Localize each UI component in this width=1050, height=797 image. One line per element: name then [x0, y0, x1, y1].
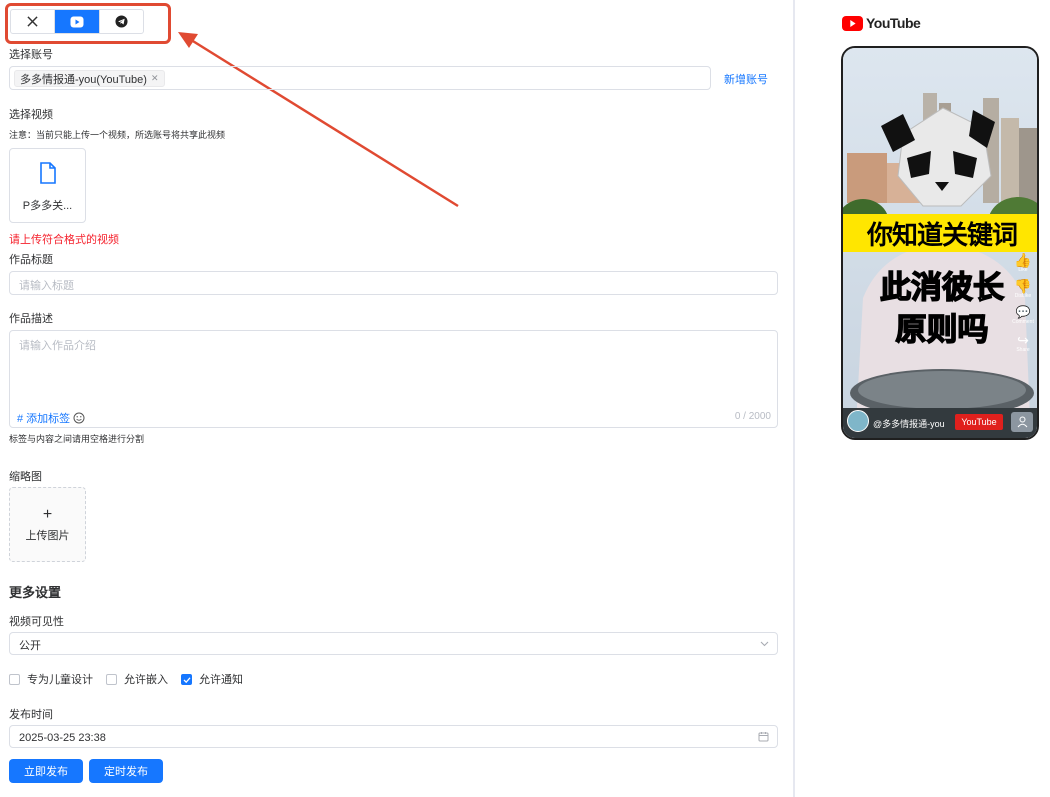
notify-checkbox-label: 允许通知 [199, 674, 243, 686]
publish-time-label: 发布时间 [9, 709, 53, 721]
more-settings-heading: 更多设置 [9, 585, 62, 600]
video-file-name: P多多关... [22, 200, 73, 212]
channel-avatar[interactable] [847, 410, 869, 432]
caption-line-2: 此消彼长 [879, 269, 1005, 306]
video-error-text: 请上传符合格式的视频 [9, 234, 119, 246]
platform-tab-youtube[interactable] [55, 10, 100, 33]
platform-tab-x[interactable] [11, 10, 56, 33]
user-icon [1017, 416, 1027, 428]
option-checkboxes: 专为儿童设计 允许嵌入 允许通知 [9, 671, 243, 687]
dislike-icon[interactable]: 👎 [1011, 279, 1035, 293]
youtube-logo-icon [842, 15, 863, 31]
platform-tab-telegram[interactable] [100, 10, 143, 33]
video-preview-phone[interactable]: 你知道关键词 此消彼长 原则吗 👍 Like 👎 DisLike 💬 Comme… [841, 46, 1039, 440]
publish-now-button[interactable]: 立即发布 [9, 759, 83, 783]
check-icon [183, 676, 191, 683]
preview-actions: 👍 Like 👎 DisLike 💬 Comment ↪ Share [1011, 253, 1035, 353]
upload-text: 上传图片 [25, 530, 70, 542]
caption-line-1: 你知道关键词 [866, 219, 1018, 250]
video-note: 注意：当前只能上传一个视频，所选账号将共享此视频 [9, 130, 226, 140]
visibility-value: 公开 [19, 640, 41, 652]
add-account-link[interactable]: 新增账号 [724, 71, 768, 87]
publish-form: 选择账号 多多情报通-you(YouTube) ✕ 新增账号 选择视频 注意：当… [0, 0, 793, 797]
notify-checkbox[interactable] [181, 673, 192, 685]
tag-close-icon[interactable]: ✕ [151, 73, 159, 84]
title-label: 作品标题 [9, 254, 53, 266]
kids-checkbox-label: 专为儿童设计 [27, 674, 93, 686]
schedule-publish-button[interactable]: 定时发布 [89, 759, 163, 783]
title-input[interactable]: 请输入标题 [9, 271, 778, 295]
account-tag: 多多情报通-you(YouTube) ✕ [14, 70, 165, 87]
profile-button[interactable] [1011, 412, 1033, 432]
youtube-brand: YouTube [842, 15, 921, 31]
description-label: 作品描述 [9, 313, 53, 325]
share-label: Share [1016, 347, 1030, 353]
file-icon [40, 162, 56, 184]
comment-label: Comment [1012, 319, 1034, 325]
publish-time-value: 2025-03-25 23:38 [19, 732, 106, 744]
telegram-icon [115, 15, 128, 28]
add-tag-button[interactable]: # 添加标签 [17, 410, 70, 426]
subscribe-badge[interactable]: YouTube [955, 414, 1003, 430]
embed-checkbox[interactable] [106, 673, 117, 685]
x-logo-icon [27, 16, 38, 27]
like-icon[interactable]: 👍 [1011, 253, 1035, 267]
description-hint: 标签与内容之间请用空格进行分割 [9, 434, 145, 444]
comment-icon[interactable]: 💬 [1011, 305, 1035, 319]
thumbnail-label: 缩略图 [9, 471, 42, 483]
caption-line-3: 原则吗 [895, 311, 990, 348]
caption-band: 你知道关键词 [843, 214, 1037, 252]
kids-checkbox[interactable] [9, 673, 20, 685]
share-icon[interactable]: ↪ [1011, 333, 1035, 347]
emoji-icon[interactable] [73, 412, 85, 424]
platform-switcher [10, 9, 144, 34]
channel-name: @多多情报通-you [873, 419, 945, 429]
char-counter: 0 / 2000 [734, 411, 771, 422]
title-placeholder: 请输入标题 [19, 280, 74, 292]
youtube-play-icon [70, 16, 84, 27]
description-textarea[interactable]: 请输入作品介绍 # 添加标签 0 / 2000 [9, 330, 778, 428]
calendar-icon [758, 732, 769, 742]
visibility-label: 视频可见性 [9, 616, 64, 628]
youtube-brand-text: YouTube [866, 15, 921, 31]
preview-panel: YouTube 你知道关键词 此消彼长 原则吗 👍 Like 👎 DisLike… [795, 0, 1050, 797]
video-file-card[interactable]: P多多关... [9, 148, 86, 223]
account-label: 选择账号 [9, 49, 53, 61]
thumbnail-upload[interactable]: + 上传图片 [9, 487, 86, 562]
video-label: 选择视频 [9, 109, 53, 121]
annotation-arrow [178, 32, 459, 208]
embed-checkbox-label: 允许嵌入 [124, 674, 168, 686]
account-select[interactable]: 多多情报通-you(YouTube) ✕ [9, 66, 711, 90]
account-tag-text: 多多情报通-you(YouTube) [20, 73, 147, 86]
publish-time-picker[interactable]: 2025-03-25 23:38 [9, 725, 778, 748]
chevron-down-icon [760, 641, 769, 647]
description-placeholder: 请输入作品介绍 [19, 340, 96, 352]
visibility-select[interactable]: 公开 [9, 632, 778, 655]
plus-icon: + [42, 506, 53, 523]
